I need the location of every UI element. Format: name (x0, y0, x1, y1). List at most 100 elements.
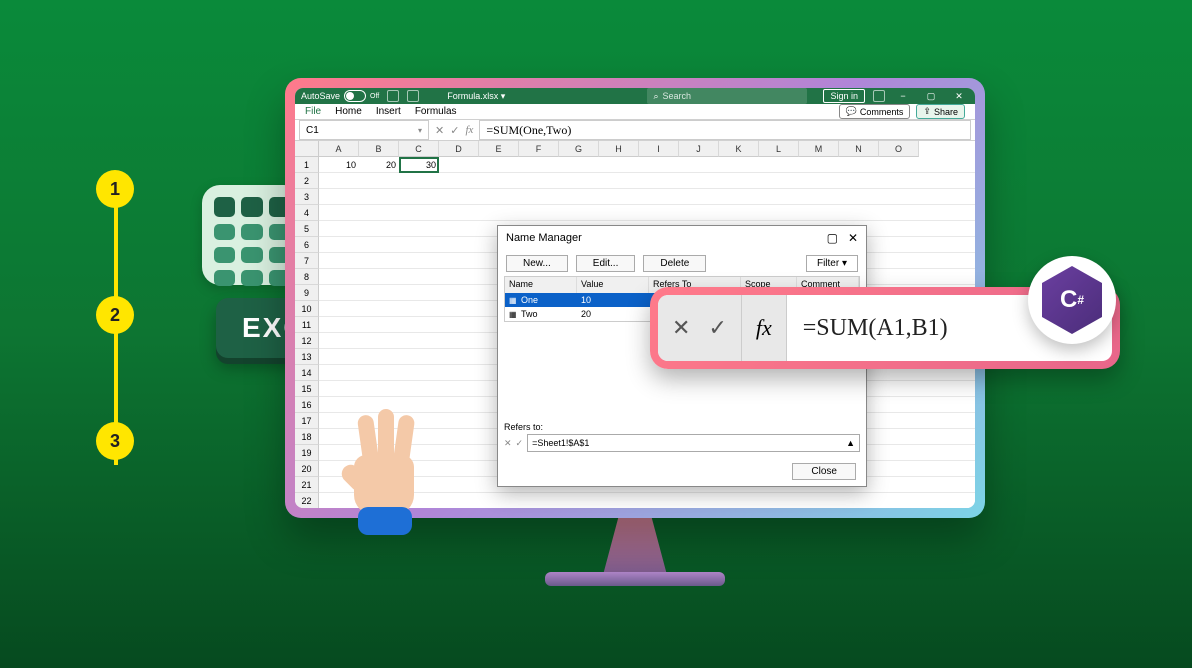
csharp-badge: C# (1028, 256, 1116, 344)
row-18[interactable]: 18 (295, 429, 319, 445)
hand-icon (338, 415, 428, 545)
col-N[interactable]: N (839, 141, 879, 157)
refers-to-input[interactable]: =Sheet1!$A$1 ▲ (527, 434, 860, 452)
signin-button[interactable]: Sign in (823, 89, 865, 103)
row-22[interactable]: 22 (295, 493, 319, 508)
refers-accept-icon[interactable]: ✓ (516, 438, 524, 449)
row-15[interactable]: 15 (295, 381, 319, 397)
col-L[interactable]: L (759, 141, 799, 157)
toggle-icon[interactable] (344, 90, 366, 102)
dialog-titlebar: Name Manager ▢ ✕ (498, 226, 866, 250)
row-13[interactable]: 13 (295, 349, 319, 365)
row-10[interactable]: 10 (295, 301, 319, 317)
col-F[interactable]: F (519, 141, 559, 157)
cancel-formula-icon[interactable]: ✕ (435, 124, 444, 137)
tab-home[interactable]: Home (335, 106, 362, 117)
step-2: 2 (96, 296, 134, 334)
select-all-corner[interactable] (295, 141, 319, 157)
share-button[interactable]: ⇪Share (916, 104, 965, 119)
cell-B1[interactable]: 20 (359, 157, 399, 173)
monitor-stand (595, 515, 675, 575)
accept-formula-icon[interactable]: ✓ (450, 124, 459, 137)
row-14[interactable]: 14 (295, 365, 319, 381)
csharp-logo-icon: C# (1042, 266, 1102, 334)
dialog-title: Name Manager (506, 232, 582, 244)
save-icon[interactable] (387, 90, 399, 102)
steps-list: 1 2 3 (96, 170, 134, 548)
close-dialog-button[interactable]: Close (792, 463, 856, 480)
col-J[interactable]: J (679, 141, 719, 157)
row-3[interactable]: 3 (295, 189, 319, 205)
nm-col-value[interactable]: Value (577, 277, 649, 293)
filename[interactable]: Formula.xlsx ▾ (447, 91, 505, 102)
callout-formula-text: =SUM(A1,B1) (787, 315, 964, 342)
minimize-button[interactable]: − (893, 91, 913, 101)
tab-file[interactable]: File (305, 106, 321, 117)
close-button[interactable]: ✕ (949, 91, 969, 102)
col-C[interactable]: C (399, 141, 439, 157)
name-box[interactable]: C1 (299, 120, 429, 140)
nm-col-name[interactable]: Name (505, 277, 577, 293)
nm-toolbar: New... Edit... Delete Filter ▾ (498, 250, 866, 276)
formula-bar: C1 ✕ ✓ fx =SUM(One,Two) (295, 120, 975, 141)
col-E[interactable]: E (479, 141, 519, 157)
maximize-button[interactable]: ▢ (921, 91, 941, 102)
row-16[interactable]: 16 (295, 397, 319, 413)
row-8[interactable]: 8 (295, 269, 319, 285)
name-icon: ▦ (505, 310, 517, 319)
tab-formulas[interactable]: Formulas (415, 106, 457, 117)
search-icon: ⌕ (653, 91, 658, 102)
col-G[interactable]: G (559, 141, 599, 157)
refers-cancel-icon[interactable]: ✕ (504, 438, 512, 449)
row-11[interactable]: 11 (295, 317, 319, 333)
formula-input[interactable]: =SUM(One,Two) (479, 120, 971, 140)
name-icon: ▦ (505, 296, 517, 305)
step-1: 1 (96, 170, 134, 208)
dialog-close-button[interactable]: ✕ (848, 231, 858, 245)
monitor-base (545, 572, 725, 586)
col-M[interactable]: M (799, 141, 839, 157)
filter-button[interactable]: Filter ▾ (806, 255, 858, 272)
col-K[interactable]: K (719, 141, 759, 157)
row-5[interactable]: 5 (295, 221, 319, 237)
callout-cancel-icon[interactable]: ✕ (672, 315, 690, 341)
row-7[interactable]: 7 (295, 253, 319, 269)
col-A[interactable]: A (319, 141, 359, 157)
autosave-toggle[interactable]: AutoSave Off (301, 90, 379, 102)
row-20[interactable]: 20 (295, 461, 319, 477)
row-1[interactable]: 1 (295, 157, 319, 173)
dialog-maximize-button[interactable]: ▢ (827, 231, 838, 245)
undo-icon[interactable] (407, 90, 419, 102)
search-placeholder: Search (663, 91, 692, 101)
search-input[interactable]: ⌕ Search (647, 88, 807, 104)
row-21[interactable]: 21 (295, 477, 319, 493)
cell-A1[interactable]: 10 (319, 157, 359, 173)
comments-button[interactable]: 💬Comments (839, 104, 911, 119)
range-picker-icon[interactable]: ▲ (846, 438, 855, 448)
row-6[interactable]: 6 (295, 237, 319, 253)
row-19[interactable]: 19 (295, 445, 319, 461)
row-2[interactable]: 2 (295, 173, 319, 189)
callout-fx-icon[interactable]: fx (741, 295, 787, 361)
titlebar: AutoSave Off Formula.xlsx ▾ ⌕ Search Sig… (295, 88, 975, 104)
row-9[interactable]: 9 (295, 285, 319, 301)
row-12[interactable]: 12 (295, 333, 319, 349)
row-4[interactable]: 4 (295, 205, 319, 221)
callout-accept-icon[interactable]: ✓ (708, 315, 726, 341)
ribbon: File Home Insert Formulas 💬Comments ⇪Sha… (295, 104, 975, 120)
step-3: 3 (96, 422, 134, 460)
col-B[interactable]: B (359, 141, 399, 157)
col-I[interactable]: I (639, 141, 679, 157)
row-17[interactable]: 17 (295, 413, 319, 429)
new-button[interactable]: New... (506, 255, 568, 272)
tab-insert[interactable]: Insert (376, 106, 401, 117)
col-H[interactable]: H (599, 141, 639, 157)
refers-to-label: Refers to: (504, 422, 860, 432)
autosave-label: AutoSave (301, 91, 340, 101)
delete-button[interactable]: Delete (643, 255, 706, 272)
ribbon-mode-icon[interactable] (873, 90, 885, 102)
fx-icon[interactable]: fx (465, 124, 473, 136)
edit-button[interactable]: Edit... (576, 255, 636, 272)
col-O[interactable]: O (879, 141, 919, 157)
col-D[interactable]: D (439, 141, 479, 157)
